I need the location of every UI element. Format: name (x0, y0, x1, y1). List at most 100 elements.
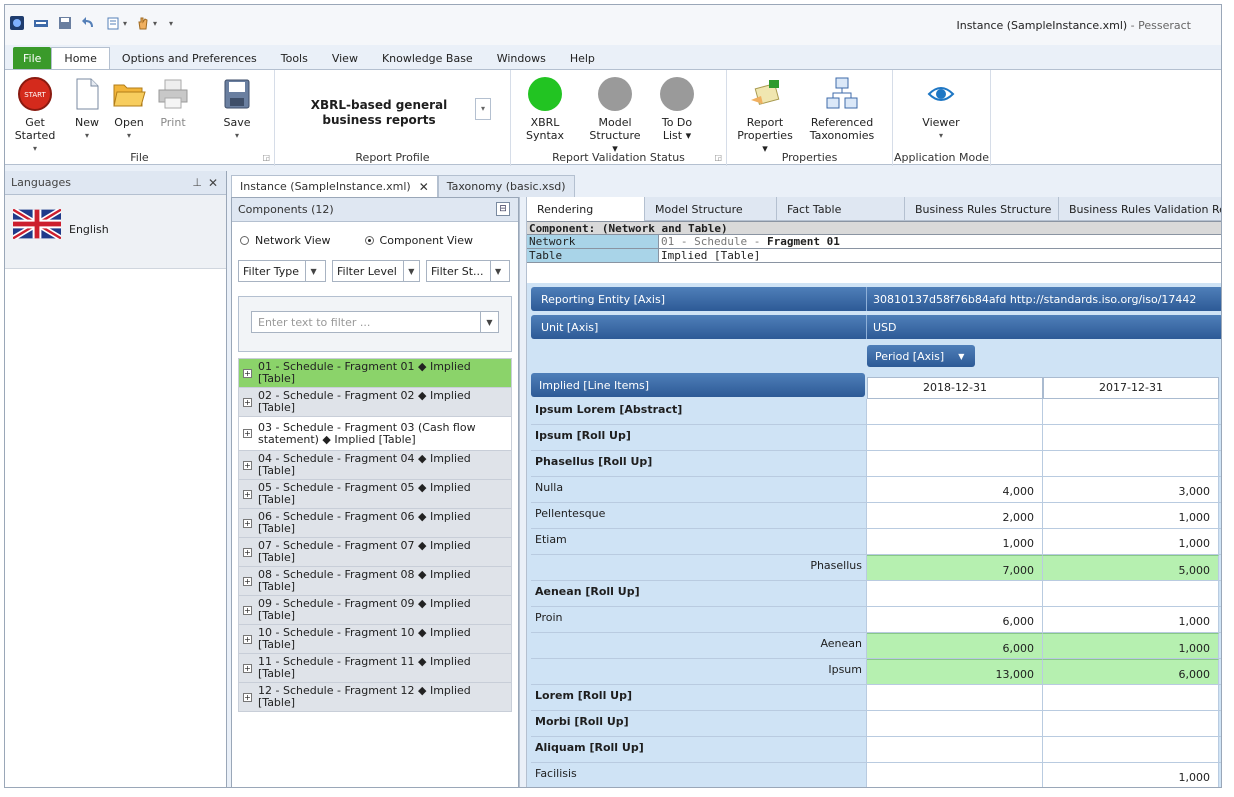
viewer-button[interactable]: Viewer ▾ (911, 76, 971, 142)
table-cell[interactable] (867, 451, 1043, 476)
unit-axis[interactable]: Unit [Axis] USD (531, 315, 1221, 339)
model-structure-button[interactable]: Model Structure ▾ (587, 76, 643, 155)
list-item[interactable]: +01 - Schedule - Fragment 01 ◆ Implied [… (238, 358, 512, 388)
list-item[interactable]: +09 - Schedule - Fragment 09 ◆ Implied [… (238, 596, 512, 625)
tab-model-structure[interactable]: Model Structure (645, 197, 777, 221)
expand-icon[interactable]: + (243, 576, 252, 586)
chevron-down-icon[interactable]: ▼ (480, 312, 498, 332)
table-cell[interactable] (867, 399, 1043, 424)
filter-level-select[interactable]: Filter Level ▼ (332, 260, 420, 282)
new-button[interactable]: New ▾ (67, 76, 107, 142)
tab-business-rules-validation[interactable]: Business Rules Validation Re (1059, 197, 1221, 221)
tab-business-rules-structure[interactable]: Business Rules Structure (905, 197, 1059, 221)
print-button[interactable]: Print (151, 76, 195, 129)
expand-icon[interactable]: + (243, 368, 252, 378)
xbrl-syntax-button[interactable]: XBRL Syntax (515, 76, 575, 142)
pin-icon[interactable]: ⊥ (192, 176, 202, 189)
table-cell[interactable] (1043, 451, 1219, 476)
app-icon[interactable] (9, 15, 25, 31)
component-view-radio[interactable]: Component View (364, 234, 473, 247)
table-cell[interactable] (1043, 685, 1219, 710)
tab-windows[interactable]: Windows (485, 47, 558, 69)
tab-file[interactable]: File (13, 47, 52, 69)
expand-icon[interactable]: + (243, 634, 252, 644)
list-item[interactable]: +07 - Schedule - Fragment 07 ◆ Implied [… (238, 538, 512, 567)
table-cell[interactable]: 4,000 (867, 477, 1043, 502)
get-started-button[interactable]: START Get Started ▾ (9, 76, 61, 155)
list-item[interactable]: +05 - Schedule - Fragment 05 ◆ Implied [… (238, 480, 512, 509)
list-item[interactable]: +11 - Schedule - Fragment 11 ◆ Implied [… (238, 654, 512, 683)
close-icon[interactable]: ✕ (208, 176, 218, 190)
expand-icon[interactable]: + (243, 518, 252, 528)
table-cell[interactable] (1043, 711, 1219, 736)
filter-type-select[interactable]: Filter Type ▼ (238, 260, 326, 282)
list-item[interactable]: +04 - Schedule - Fragment 04 ◆ Implied [… (238, 451, 512, 480)
language-item-english[interactable]: English (5, 195, 226, 269)
expand-icon[interactable]: + (243, 489, 252, 499)
table-cell[interactable] (867, 425, 1043, 450)
table-cell[interactable] (867, 737, 1043, 762)
dialog-launcher-icon[interactable]: ◲ (714, 153, 722, 162)
table-cell[interactable]: 1,000 (1043, 503, 1219, 528)
table-cell[interactable]: 6,000 (1043, 659, 1219, 684)
line-items-button[interactable]: Implied [Line Items] (531, 373, 865, 397)
tab-taxonomy[interactable]: Taxonomy (basic.xsd) (437, 175, 575, 197)
tab-home[interactable]: Home (51, 47, 110, 69)
expand-icon[interactable]: + (243, 663, 252, 673)
tab-knowledge-base[interactable]: Knowledge Base (370, 47, 485, 69)
close-icon[interactable]: ✕ (419, 180, 429, 194)
table-cell[interactable] (1043, 737, 1219, 762)
tab-rendering[interactable]: Rendering (527, 197, 645, 221)
todo-list-button[interactable]: To Do List ▾ (655, 76, 699, 142)
report-properties-button[interactable]: Report Properties ▾ (733, 76, 797, 155)
filter-status-select[interactable]: Filter St... ▼ (426, 260, 510, 282)
table-cell[interactable] (1043, 399, 1219, 424)
table-cell[interactable]: 6,000 (867, 633, 1043, 658)
table-cell[interactable] (867, 711, 1043, 736)
table-cell[interactable] (867, 581, 1043, 606)
keyboard-icon[interactable] (33, 15, 49, 31)
table-cell[interactable]: 1,000 (1043, 607, 1219, 632)
tab-tools[interactable]: Tools (269, 47, 320, 69)
table-cell[interactable]: 1,000 (1043, 529, 1219, 554)
expand-icon[interactable]: + (243, 692, 252, 702)
table-cell[interactable]: 1,000 (1043, 763, 1219, 787)
list-item[interactable]: +10 - Schedule - Fragment 10 ◆ Implied [… (238, 625, 512, 654)
expand-icon[interactable]: + (243, 547, 252, 557)
tab-fact-table[interactable]: Fact Table (777, 197, 905, 221)
document-drop-icon[interactable] (105, 15, 121, 31)
undo-icon[interactable] (81, 15, 97, 31)
reporting-entity-axis[interactable]: Reporting Entity [Axis] 30810137d58f76b8… (531, 287, 1221, 311)
network-view-radio[interactable]: Network View (240, 234, 331, 247)
save-icon[interactable] (57, 15, 73, 31)
tab-options-and-preferences[interactable]: Options and Preferences (110, 47, 269, 69)
table-cell[interactable]: 1,000 (867, 529, 1043, 554)
period-axis-button[interactable]: Period [Axis] ▼ (867, 345, 975, 367)
customize-toolbar-icon[interactable]: ▾ (169, 19, 173, 28)
table-cell[interactable] (867, 685, 1043, 710)
report-profile-value[interactable]: XBRL-based general business reports (299, 98, 459, 128)
list-item[interactable]: +06 - Schedule - Fragment 06 ◆ Implied [… (238, 509, 512, 538)
expand-icon[interactable]: + (243, 605, 252, 615)
hand-icon[interactable] (135, 15, 151, 31)
tab-instance[interactable]: Instance (SampleInstance.xml) ✕ (231, 175, 438, 197)
expand-icon[interactable]: + (243, 429, 252, 438)
filter-text-input[interactable]: Enter text to filter ... ▼ (251, 311, 499, 333)
table-cell[interactable]: 1,000 (1043, 633, 1219, 658)
report-profile-dropdown[interactable]: ▾ (475, 98, 491, 120)
table-cell[interactable]: 7,000 (867, 555, 1043, 580)
tab-view[interactable]: View (320, 47, 370, 69)
expand-icon[interactable]: + (243, 397, 252, 407)
table-cell[interactable]: 5,000 (1043, 555, 1219, 580)
table-cell[interactable] (1043, 581, 1219, 606)
list-item[interactable]: +12 - Schedule - Fragment 12 ◆ Implied [… (238, 683, 512, 712)
table-cell[interactable]: 6,000 (867, 607, 1043, 632)
chevron-down-icon[interactable]: ▾ (153, 19, 157, 28)
list-item[interactable]: +02 - Schedule - Fragment 02 ◆ Implied [… (238, 388, 512, 417)
table-cell[interactable]: 2,000 (867, 503, 1043, 528)
save-button[interactable]: Save ▾ (215, 76, 259, 142)
table-cell[interactable]: 3,000 (1043, 477, 1219, 502)
table-cell[interactable] (1043, 425, 1219, 450)
panel-splitter[interactable] (519, 197, 527, 787)
collapse-icon[interactable]: ⊟ (496, 202, 510, 216)
